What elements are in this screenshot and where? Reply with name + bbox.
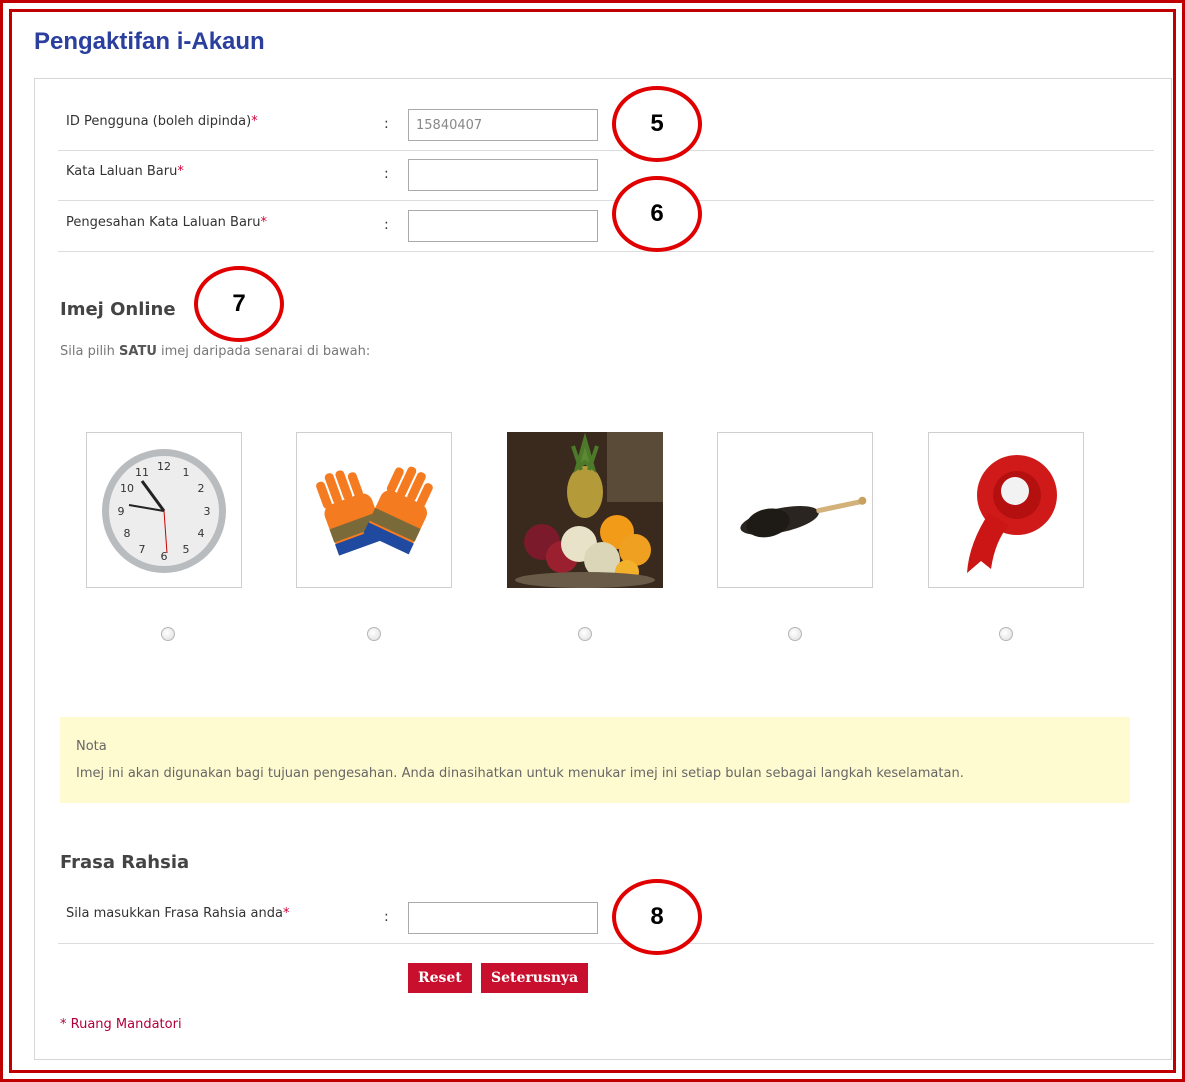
fruit-basket-image[interactable] [507,432,663,588]
colon: : [384,166,389,182]
reset-button[interactable]: Reset [408,963,472,993]
image-radio-4[interactable] [788,627,802,641]
secret-phrase-input[interactable] [408,902,598,934]
required-mark: * [177,164,184,179]
note-title: Nota [76,739,107,754]
next-button[interactable]: Seterusnya [481,963,589,993]
svg-text:2: 2 [198,482,205,495]
required-mark: * [251,114,258,129]
callout-8: 8 [612,879,702,955]
required-mark: * [282,906,290,921]
callout-5: 5 [612,86,702,162]
svg-text:9: 9 [118,505,125,518]
image-instruction: Sila pilih SATU imej daripada senarai di… [60,344,371,359]
ribbon-image[interactable] [928,432,1084,588]
confirm-password-label: Pengesahan Kata Laluan Baru* [66,215,268,230]
image-radio-3[interactable] [578,627,592,641]
image-radio-2[interactable] [367,627,381,641]
svg-text:4: 4 [198,527,205,540]
svg-text:11: 11 [135,466,149,479]
feather-duster-image[interactable] [717,432,873,588]
user-id-input[interactable] [408,109,598,141]
svg-text:5: 5 [183,543,190,556]
divider [58,200,1154,201]
svg-text:1: 1 [183,466,190,479]
callout-6: 6 [612,176,702,252]
svg-text:7: 7 [139,543,146,556]
new-password-input[interactable] [408,159,598,191]
svg-text:10: 10 [120,482,134,495]
gloves-image[interactable] [296,432,452,588]
note-text: Imej ini akan digunakan bagi tujuan peng… [76,766,964,781]
note-box: Nota Imej ini akan digunakan bagi tujuan… [60,717,1130,803]
svg-text:3: 3 [204,505,211,518]
required-mark: * [260,215,268,230]
svg-text:12: 12 [157,460,171,473]
divider [58,150,1154,151]
callout-7: 7 [194,266,284,342]
clock-image[interactable]: 12 1 2 345 678 9 10 11 [86,432,242,588]
page-title: Pengaktifan i-Akaun [34,28,265,55]
secret-phrase-label: Sila masukkan Frasa Rahsia anda* [66,906,290,921]
image-radio-1[interactable] [161,627,175,641]
confirm-password-input[interactable] [408,210,598,242]
secret-phrase-heading: Frasa Rahsia [60,852,190,873]
new-password-label: Kata Laluan Baru* [66,164,184,179]
mandatory-note: * Ruang Mandatori [60,1017,182,1032]
svg-text:8: 8 [124,527,131,540]
colon: : [384,909,389,925]
colon: : [384,217,389,233]
divider [58,943,1154,944]
image-radio-5[interactable] [999,627,1013,641]
divider [58,251,1154,252]
colon: : [384,116,389,132]
online-image-heading: Imej Online [60,299,176,320]
user-id-label: ID Pengguna (boleh dipinda)* [66,114,258,129]
